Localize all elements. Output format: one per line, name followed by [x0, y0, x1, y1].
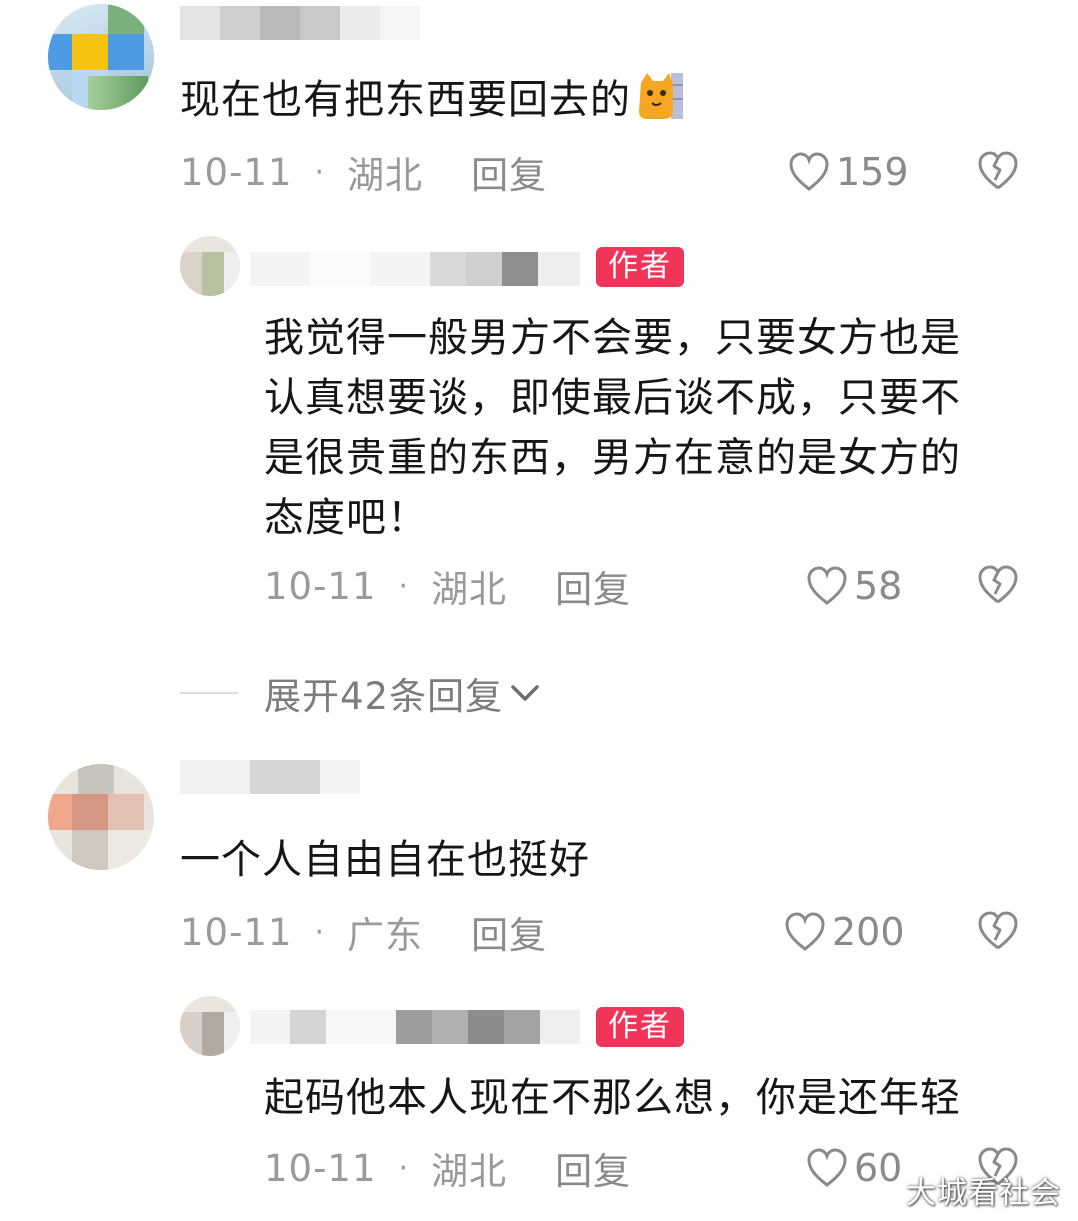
author-badge: 作者: [596, 1007, 684, 1047]
reply-button[interactable]: 回复: [471, 905, 547, 959]
like-count: 200: [832, 910, 905, 954]
dislike-button[interactable]: [976, 150, 1020, 196]
heart-icon: [785, 912, 825, 951]
avatar[interactable]: [180, 996, 240, 1056]
reply-text: 我觉得一般男方不会要，只要女方也是 认真想要谈，即使最后谈不成，只要不 是很贵重…: [264, 315, 961, 541]
chevron-down-icon: [511, 685, 539, 701]
avatar[interactable]: [48, 4, 154, 110]
reply-meta: 10-11 · 湖北 回复: [264, 564, 631, 612]
dislike-button[interactable]: [976, 910, 1020, 956]
username-blurred[interactable]: [250, 252, 580, 286]
reply-text: 起码他本人现在不那么想，你是还年轻: [264, 1075, 961, 1121]
separator-dot: ·: [314, 154, 326, 190]
watermark: 大城看社会: [906, 1176, 1061, 1211]
avatar[interactable]: [48, 764, 154, 870]
avatar[interactable]: [180, 236, 240, 296]
divider-line: [180, 692, 238, 694]
comment-text: 现在也有把东西要回去的: [180, 70, 683, 130]
like-count: 159: [836, 150, 909, 194]
reply-date: 10-11: [264, 564, 377, 608]
heart-icon: [807, 1148, 847, 1187]
comment-date: 10-11: [180, 910, 293, 954]
expand-replies-label: 展开42条回复: [264, 675, 504, 718]
separator-dot: ·: [398, 1150, 410, 1186]
broken-heart-icon: [978, 911, 1018, 950]
expand-replies-button[interactable]: 展开42条回复: [180, 666, 541, 720]
broken-heart-icon: [978, 151, 1018, 190]
like-count: 60: [854, 1146, 903, 1190]
reply-date: 10-11: [264, 1146, 377, 1190]
like-button[interactable]: 60: [806, 1146, 902, 1190]
comment-meta: 10-11 · 广东 回复: [180, 910, 547, 958]
comment-location: 广东: [347, 914, 424, 957]
reply-button[interactable]: 回复: [471, 145, 547, 199]
author-badge: 作者: [596, 247, 684, 287]
like-button[interactable]: 200: [784, 910, 905, 954]
like-button[interactable]: 58: [806, 564, 902, 608]
like-count: 58: [854, 564, 903, 608]
reply-location: 湖北: [431, 568, 508, 611]
username-blurred[interactable]: [180, 760, 360, 794]
reply-location: 湖北: [431, 1150, 508, 1193]
comment-date: 10-11: [180, 150, 293, 194]
broken-heart-icon: [978, 565, 1018, 604]
reply-button[interactable]: 回复: [555, 559, 631, 613]
username-blurred[interactable]: [180, 6, 420, 40]
username-blurred[interactable]: [250, 1010, 580, 1044]
comment-location: 湖北: [347, 154, 424, 197]
comment-text: 一个人自由自在也挺好: [180, 837, 590, 883]
like-button[interactable]: 159: [788, 150, 909, 194]
reply-button[interactable]: 回复: [555, 1141, 631, 1195]
separator-dot: ·: [398, 568, 410, 604]
comment-meta: 10-11 · 湖北 回复: [180, 150, 547, 198]
separator-dot: ·: [314, 914, 326, 950]
cat-emoji-icon: [637, 71, 683, 119]
heart-icon: [789, 152, 829, 191]
dislike-button[interactable]: [976, 564, 1020, 610]
reply-meta: 10-11 · 湖北 回复: [264, 1146, 631, 1194]
heart-icon: [807, 566, 847, 605]
